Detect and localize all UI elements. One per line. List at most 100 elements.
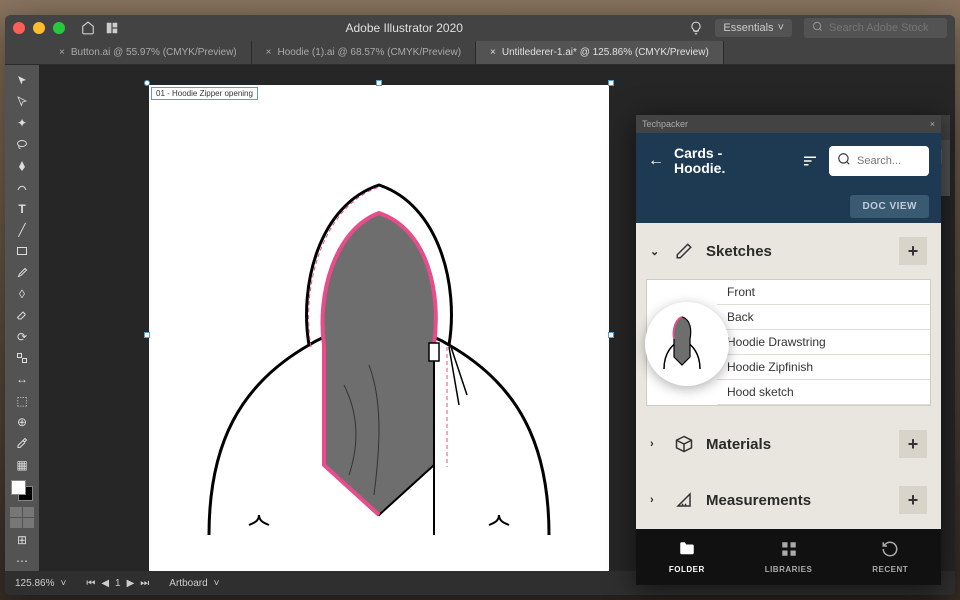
search-stock[interactable] bbox=[804, 18, 947, 38]
search-icon bbox=[837, 152, 851, 171]
nav-label: RECENT bbox=[872, 565, 908, 574]
width-tool[interactable]: ↔ bbox=[10, 370, 34, 389]
hoodie-artwork bbox=[149, 85, 609, 571]
tab-label: Hoodie (1).ai @ 68.57% (CMYK/Preview) bbox=[277, 47, 461, 58]
maximize-window-button[interactable] bbox=[53, 22, 65, 34]
draw-mode-buttons[interactable] bbox=[10, 507, 34, 528]
section-materials[interactable]: › Materials + bbox=[636, 416, 941, 472]
selection-tool[interactable] bbox=[10, 71, 34, 90]
sketch-item[interactable]: Hood sketch bbox=[717, 380, 930, 405]
sketch-item[interactable]: Hoodie Zipfinish bbox=[717, 355, 930, 380]
artboard-label: 01 - Hoodie Zipper opening bbox=[151, 87, 258, 100]
eraser-tool[interactable] bbox=[10, 306, 34, 325]
panel-close-icon[interactable]: × bbox=[930, 119, 935, 129]
lightbulb-icon[interactable] bbox=[689, 21, 703, 35]
tab-label: Untitlederer-1.ai* @ 125.86% (CMYK/Previ… bbox=[502, 47, 709, 58]
tab-close-icon[interactable]: × bbox=[59, 47, 65, 58]
plugin-search-input[interactable] bbox=[857, 155, 917, 167]
type-tool[interactable]: T bbox=[10, 199, 34, 218]
sketch-item[interactable]: Hoodie Drawstring bbox=[717, 330, 930, 355]
close-window-button[interactable] bbox=[13, 22, 25, 34]
chevron-down-icon: ˅ bbox=[60, 578, 66, 589]
tab-close-icon[interactable]: × bbox=[266, 47, 272, 58]
section-sketches[interactable]: ⌄ Sketches + bbox=[636, 223, 941, 279]
section-label: Measurements bbox=[706, 492, 811, 509]
direct-selection-tool[interactable] bbox=[10, 92, 34, 111]
shaper-tool[interactable]: ◊ bbox=[10, 284, 34, 303]
sort-icon[interactable] bbox=[801, 152, 819, 170]
sketch-item[interactable]: Front bbox=[717, 280, 930, 305]
artboard[interactable]: 01 - Hoodie Zipper opening bbox=[149, 85, 609, 571]
color-swatches[interactable] bbox=[11, 480, 33, 501]
plugin-header: ← Cards - Hoodie. bbox=[636, 133, 941, 189]
sketch-content: Front Back Hoodie Drawstring Hoodie Zipf… bbox=[646, 279, 931, 406]
home-icon[interactable] bbox=[81, 21, 95, 35]
back-icon[interactable]: ← bbox=[648, 152, 664, 170]
add-button[interactable]: + bbox=[899, 486, 927, 514]
nav-recent[interactable]: RECENT bbox=[839, 529, 941, 585]
artboard-container: 01 - Hoodie Zipper opening bbox=[149, 85, 609, 571]
edit-toolbar-button[interactable]: ⋯ bbox=[10, 552, 34, 571]
pen-tool[interactable] bbox=[10, 156, 34, 175]
rotate-tool[interactable]: ⟳ bbox=[10, 327, 34, 346]
search-icon bbox=[812, 21, 823, 35]
sketch-item[interactable]: Back bbox=[717, 305, 930, 330]
artboard-label: Artboard bbox=[169, 578, 207, 589]
grid-icon bbox=[780, 540, 798, 562]
gradient-tool[interactable]: ▦ bbox=[10, 455, 34, 474]
nav-label: FOLDER bbox=[669, 565, 705, 574]
last-icon[interactable]: ⏭ bbox=[140, 578, 149, 589]
chevron-right-icon: › bbox=[650, 438, 662, 450]
plugin-title-line2: Hoodie. bbox=[674, 161, 725, 176]
cube-icon bbox=[674, 434, 694, 454]
magic-wand-tool[interactable]: ✦ bbox=[10, 114, 34, 133]
page-number: 1 bbox=[115, 578, 121, 589]
lasso-tool[interactable] bbox=[10, 135, 34, 154]
document-tab[interactable]: × Hoodie (1).ai @ 68.57% (CMYK/Preview) bbox=[252, 41, 476, 64]
search-stock-input[interactable] bbox=[829, 22, 939, 34]
app-title: Adobe Illustrator 2020 bbox=[125, 21, 683, 35]
scale-tool[interactable] bbox=[10, 348, 34, 367]
curvature-tool[interactable] bbox=[10, 178, 34, 197]
folder-icon bbox=[678, 540, 696, 562]
chevron-down-icon: ˅ bbox=[778, 22, 784, 34]
free-transform-tool[interactable]: ⬚ bbox=[10, 391, 34, 410]
workspace-label: Essentials bbox=[723, 22, 773, 34]
plugin-titlebar[interactable]: Techpacker × bbox=[636, 115, 941, 133]
eyedropper-tool[interactable] bbox=[10, 434, 34, 453]
rectangle-tool[interactable] bbox=[10, 242, 34, 261]
nav-folder[interactable]: FOLDER bbox=[636, 529, 738, 585]
workspace-select[interactable]: Essentials ˅ bbox=[715, 19, 792, 37]
shape-builder-tool[interactable]: ⊕ bbox=[10, 412, 34, 431]
thumbnail-popup bbox=[645, 302, 729, 386]
pencil-icon bbox=[674, 241, 694, 261]
left-toolbar: ✦ T ╱ ◊ ⟳ ↔ ⬚ ⊕ ▦ ⊞ ⋯ bbox=[5, 65, 39, 571]
minimize-window-button[interactable] bbox=[33, 22, 45, 34]
nav-libraries[interactable]: LIBRARIES bbox=[738, 529, 840, 585]
arrange-documents-icon[interactable] bbox=[105, 21, 119, 35]
paintbrush-tool[interactable] bbox=[10, 263, 34, 282]
plugin-content: ⌄ Sketches + Front Back Hoodi bbox=[636, 223, 941, 529]
prev-icon[interactable]: ◀ bbox=[101, 578, 109, 589]
screen-mode-button[interactable]: ⊞ bbox=[10, 530, 34, 549]
add-button[interactable]: + bbox=[899, 237, 927, 265]
zoom-select[interactable]: 125.86% ˅ bbox=[15, 578, 66, 589]
section-label: Sketches bbox=[706, 243, 772, 260]
doc-view-button[interactable]: DOC VIEW bbox=[850, 195, 929, 218]
plugin-title-line1: Cards - bbox=[674, 146, 725, 161]
add-button[interactable]: + bbox=[899, 430, 927, 458]
doc-view-row: DOC VIEW bbox=[636, 189, 941, 223]
plugin-title-small: Techpacker bbox=[642, 119, 688, 129]
document-tab-active[interactable]: × Untitlederer-1.ai* @ 125.86% (CMYK/Pre… bbox=[476, 41, 724, 64]
section-measurements[interactable]: › Measurements + bbox=[636, 472, 941, 528]
artboard-nav[interactable]: ⏮ ◀ 1 ▶ ⏭ bbox=[86, 578, 149, 589]
fill-color[interactable] bbox=[11, 480, 26, 495]
line-tool[interactable]: ╱ bbox=[10, 220, 34, 239]
next-icon[interactable]: ▶ bbox=[127, 578, 135, 589]
triangle-ruler-icon bbox=[674, 490, 694, 510]
document-tab[interactable]: × Button.ai @ 55.97% (CMYK/Preview) bbox=[45, 41, 252, 64]
titlebar: Adobe Illustrator 2020 Essentials ˅ bbox=[5, 15, 955, 41]
plugin-search[interactable] bbox=[829, 146, 929, 176]
first-icon[interactable]: ⏮ bbox=[86, 578, 95, 589]
tab-close-icon[interactable]: × bbox=[490, 47, 496, 58]
